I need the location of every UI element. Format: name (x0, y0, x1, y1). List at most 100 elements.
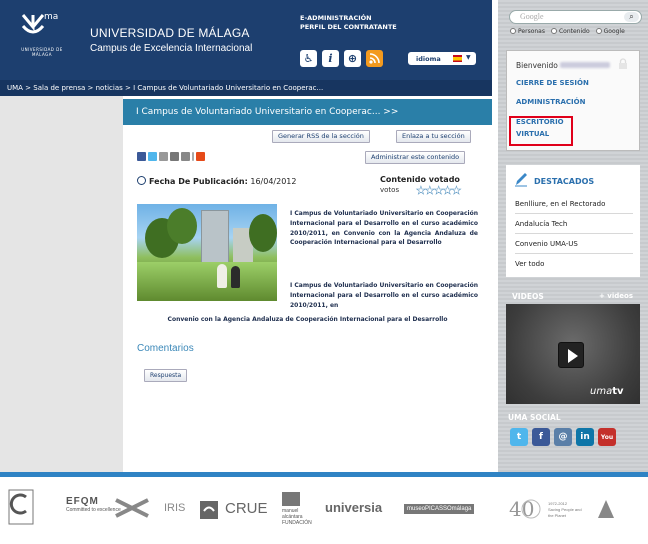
radio-button[interactable] (510, 28, 516, 34)
manuel-alcantara-logo[interactable]: manuel alcántara FUNDACIÓN (282, 492, 316, 526)
search-icon[interactable]: ⌕ (624, 12, 639, 22)
breadcrumb-separator: > (22, 84, 34, 92)
crue-logo[interactable]: CRUE (225, 500, 268, 517)
language-selector[interactable]: idioma ▼ (408, 52, 476, 65)
generate-rss-button[interactable]: Generar RSS de la sección (272, 130, 370, 143)
article-paragraph: I Campus de Voluntariado Universitario e… (290, 282, 478, 309)
language-label: idioma (416, 54, 441, 63)
search-box[interactable]: Google ⌕ (509, 10, 642, 24)
partner-logo-icon[interactable] (596, 498, 616, 520)
breadcrumb-separator: > (85, 84, 96, 92)
iris-logo[interactable]: IRIS (164, 502, 185, 514)
umatv-logo: umatv (590, 386, 624, 397)
destacado-item[interactable]: Convenio UMA-US (515, 240, 633, 254)
radio-button[interactable] (550, 28, 557, 34)
uma-logo[interactable]: ma UNIVERSIDAD DE MÁLAGA (20, 12, 64, 64)
breadcrumb-noticias[interactable]: noticias (96, 84, 123, 92)
lock-icon (619, 58, 627, 69)
universia-logo[interactable]: universia (325, 500, 382, 515)
photo-tree (249, 214, 277, 252)
university-name[interactable]: UNIVERSIDAD DE MÁLAGA (90, 26, 250, 40)
facebook-icon[interactable]: f (532, 428, 550, 446)
fundacion-text: manuel alcántara FUNDACIÓN (282, 508, 312, 526)
twitter-share-icon[interactable] (148, 152, 157, 161)
radio-label: Google (603, 28, 625, 35)
photo-building (201, 210, 229, 264)
twitter-icon[interactable]: t (510, 428, 528, 446)
efqm-logo[interactable]: EFQM Committed to excellence (66, 496, 121, 513)
logout-link[interactable]: CIERRE DE SESIÓN (516, 79, 589, 87)
welcome-text: Bienvenido (516, 61, 611, 70)
umatv-text: tv (612, 386, 624, 397)
spain-flag-icon (453, 55, 462, 62)
linkedin-icon[interactable]: in (576, 428, 594, 446)
radio-contenido[interactable]: Contenido (550, 28, 590, 35)
photo-person (231, 266, 240, 288)
portrait-icon (282, 492, 300, 506)
ver-todo-link[interactable]: Ver todo (515, 260, 633, 273)
admin-link[interactable]: ADMINISTRACIÓN (516, 98, 585, 106)
breadcrumb-separator: > (122, 84, 134, 92)
radio-google[interactable]: Google (595, 28, 625, 35)
quality-seal-icon[interactable] (8, 489, 34, 525)
publication-date: Fecha De Publicación: 16/04/2012 (137, 176, 296, 186)
more-videos-link[interactable]: + videos (599, 292, 633, 300)
breadcrumb-current: I Campus de Voluntariado Universitario e… (133, 84, 324, 92)
qr-code-icon[interactable] (181, 152, 190, 161)
clock-icon (137, 176, 146, 185)
destacados-title: DESTACADOS (534, 177, 595, 186)
anniversary-40-icon[interactable]: 40 (507, 496, 541, 522)
info-icon[interactable]: i (322, 50, 339, 67)
efqm-tagline: Committed to excellence (66, 507, 121, 513)
e-administracion-link[interactable]: E-ADMINISTRACIÓN (300, 14, 372, 22)
email-icon[interactable]: @ (554, 428, 572, 446)
facebook-share-icon[interactable] (137, 152, 146, 161)
email-share-icon[interactable] (159, 152, 168, 161)
publication-label: Fecha De Publicación: (149, 177, 248, 186)
radio-label: Personas (518, 28, 545, 35)
highlight-box (509, 116, 573, 146)
search-scope: Personas Contenido Google (510, 28, 625, 35)
comments-title: Comentarios (137, 343, 194, 354)
welcome-label: Bienvenido (516, 61, 558, 70)
votes-label: votos (380, 186, 400, 194)
photo-tree (167, 208, 197, 244)
logo-superscript: ma (44, 12, 59, 22)
radio-personas[interactable]: Personas (510, 28, 545, 35)
admin-content-button[interactable]: Administrar este contenido (365, 151, 466, 164)
social-icons: t f @ in You (510, 428, 616, 446)
breadcrumb-uma[interactable]: UMA (7, 84, 23, 92)
article-paragraph: I Campus de Voluntariado Universitario e… (290, 210, 478, 247)
radio-button[interactable] (595, 28, 602, 34)
breadcrumb: UMA > Sala de prensa > noticias > I Camp… (0, 80, 492, 96)
rating-stars[interactable]: ★★★★★ (416, 184, 462, 198)
youtube-icon[interactable]: You (598, 428, 616, 446)
add-share-icon[interactable] (196, 152, 205, 161)
pencil-icon (515, 173, 527, 187)
voted-label: Contenido votado (380, 175, 460, 184)
breadcrumb-sala-prensa[interactable]: Sala de prensa (33, 84, 85, 92)
efqm-text: EFQM (66, 496, 99, 507)
share-toolbar (137, 152, 205, 161)
reply-button[interactable]: Respuesta (144, 369, 188, 382)
print-icon[interactable] (170, 152, 179, 161)
photo-grass (137, 262, 277, 301)
play-icon[interactable] (558, 342, 584, 368)
museo-picasso-logo[interactable]: museoPICASSOmálaga (404, 504, 475, 514)
destacado-item[interactable]: Benlliure, en el Rectorado (515, 200, 633, 214)
link-section-button[interactable]: Enlaza a tu sección (396, 130, 471, 143)
social-title: UMA SOCIAL (508, 413, 561, 422)
web-icon[interactable]: ⊕ (344, 50, 361, 67)
campus-subtitle: Campus de Excelencia Internacional (90, 43, 253, 54)
perfil-contratante-link[interactable]: PERFIL DEL CONTRATANTE (300, 23, 397, 31)
search-input[interactable]: Google (520, 12, 544, 21)
publication-value: 16/04/2012 (250, 177, 297, 186)
videos-title: VIDEOS (512, 292, 544, 301)
photo-person (217, 264, 227, 288)
site-header: ma UNIVERSIDAD DE MÁLAGA UNIVERSIDAD DE … (0, 0, 492, 96)
accessibility-icon[interactable]: ♿ (300, 50, 317, 67)
crue-mark-icon[interactable] (200, 501, 218, 519)
cross-logo-icon[interactable] (114, 498, 150, 518)
destacado-item[interactable]: Andalucía Tech (515, 220, 633, 234)
rss-icon[interactable] (366, 50, 383, 67)
